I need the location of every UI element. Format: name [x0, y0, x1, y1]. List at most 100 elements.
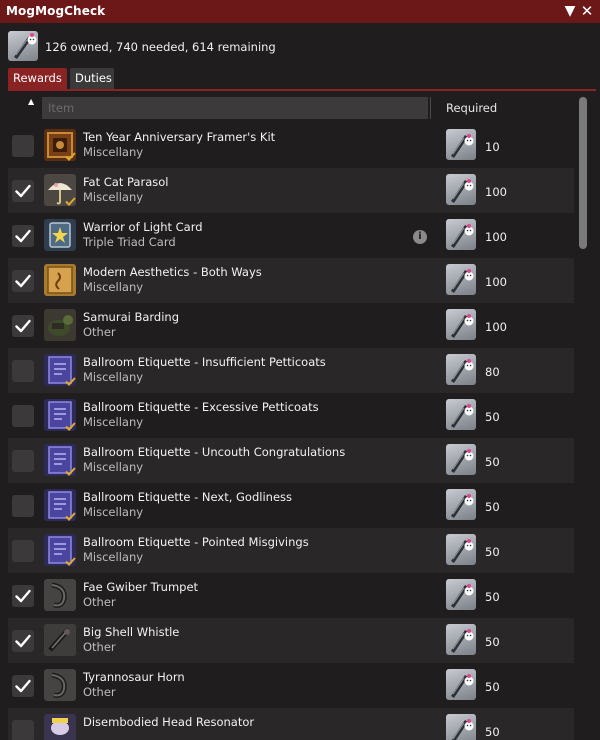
emote-book-icon[interactable]	[44, 489, 76, 521]
triad-card-icon[interactable]	[44, 219, 76, 251]
mogpendium-token-icon	[446, 534, 476, 565]
rewards-table: ▲ Item Required Ten Year Anniversary Fra…	[8, 95, 574, 740]
checkbox-checked[interactable]	[12, 180, 34, 202]
item-category: Miscellany	[83, 460, 144, 474]
owned-check-icon	[65, 512, 76, 521]
table-row[interactable]: Tyrannosaur Horn Other 50	[8, 663, 574, 708]
item-name: Fat Cat Parasol	[83, 175, 169, 189]
checkbox-checked[interactable]	[12, 585, 34, 607]
emote-book-icon[interactable]	[44, 354, 76, 386]
table-row[interactable]: Samurai Barding Other 100	[8, 303, 574, 348]
item-name: Warrior of Light Card	[83, 220, 203, 234]
required-amount: 10	[485, 140, 500, 154]
item-category: Miscellany	[83, 505, 144, 519]
emote-book-icon[interactable]	[44, 399, 76, 431]
required-amount: 50	[485, 590, 500, 604]
horn-icon[interactable]	[44, 669, 76, 701]
scrollbar-thumb[interactable]	[579, 97, 587, 249]
emote-book-icon[interactable]	[44, 534, 76, 566]
required-amount: 50	[485, 680, 500, 694]
owned-check-icon	[65, 152, 76, 161]
table-row[interactable]: Ballroom Etiquette - Excessive Petticoat…	[8, 393, 574, 438]
checkbox-unchecked[interactable]	[12, 135, 34, 157]
checkbox-checked[interactable]	[12, 270, 34, 292]
checkbox-unchecked[interactable]	[12, 450, 34, 472]
item-category: Other	[83, 685, 116, 699]
required-amount: 100	[485, 275, 507, 289]
required-amount: 50	[485, 545, 500, 559]
item-category: Miscellany	[83, 370, 144, 384]
item-category: Miscellany	[83, 280, 144, 294]
hairstyle-scroll-icon[interactable]	[44, 264, 76, 296]
mogpendium-token-icon	[446, 309, 476, 340]
info-icon[interactable]: i	[413, 230, 427, 244]
item-column-header: Item	[48, 101, 75, 115]
item-name: Disembodied Head Resonator	[83, 715, 255, 729]
mogpendium-token-icon	[446, 624, 476, 655]
checkbox-unchecked[interactable]	[12, 720, 34, 740]
horn-icon[interactable]	[44, 579, 76, 611]
tab-rewards[interactable]: Rewards	[8, 68, 67, 89]
checkbox-unchecked[interactable]	[12, 540, 34, 562]
table-row[interactable]: Ballroom Etiquette - Next, Godliness Misc…	[8, 483, 574, 528]
emote-book-icon[interactable]	[44, 444, 76, 476]
mogpendium-token-icon	[446, 354, 476, 385]
item-name: Ten Year Anniversary Framer's Kit	[83, 130, 276, 144]
required-amount: 100	[485, 230, 507, 244]
framers-kit-icon[interactable]	[44, 129, 76, 161]
item-name: Samurai Barding	[83, 310, 180, 324]
owned-check-icon	[65, 377, 76, 386]
table-row[interactable]: Warrior of Light Card Triple Triad Card i 1…	[8, 213, 574, 258]
mogpendium-token-icon	[446, 714, 476, 740]
table-row[interactable]: Big Shell Whistle Other 50	[8, 618, 574, 663]
sort-ascending-icon[interactable]: ▲	[28, 97, 34, 106]
item-name: Ballroom Etiquette - Excessive Petticoat…	[83, 400, 319, 414]
checkbox-checked[interactable]	[12, 315, 34, 337]
item-name: Big Shell Whistle	[83, 625, 180, 639]
table-row[interactable]: Disembodied Head Resonator 50	[8, 708, 574, 740]
item-name: Ballroom Etiquette - Next, Godliness	[83, 490, 293, 504]
item-category: Miscellany	[83, 190, 144, 204]
mogpendium-token-icon	[446, 264, 476, 295]
checkbox-checked[interactable]	[12, 225, 34, 247]
mogpendium-token-icon	[446, 399, 476, 430]
table-header: ▲ Item Required	[8, 95, 574, 121]
table-row[interactable]: Fae Gwiber Trumpet Other 50	[8, 573, 574, 618]
table-row[interactable]: Fat Cat Parasol Miscellany 100	[8, 168, 574, 213]
owned-check-icon	[65, 422, 76, 431]
resonator-icon[interactable]	[44, 714, 76, 740]
table-row[interactable]: Modern Aesthetics - Both Ways Miscellany 1…	[8, 258, 574, 303]
owned-check-icon	[65, 467, 76, 476]
collapse-icon[interactable]: ▼	[562, 2, 578, 20]
window-title: MogMogCheck	[6, 4, 106, 18]
barding-icon[interactable]	[44, 309, 76, 341]
mogpendium-token-icon	[446, 579, 476, 610]
column-divider[interactable]	[430, 97, 431, 119]
checkbox-unchecked[interactable]	[12, 405, 34, 427]
required-amount: 50	[485, 725, 500, 739]
required-amount: 100	[485, 185, 507, 199]
table-row[interactable]: Ten Year Anniversary Framer's Kit Miscell…	[8, 123, 574, 168]
title-bar[interactable]: MogMogCheck ▼ ✕	[0, 0, 600, 23]
table-row[interactable]: Ballroom Etiquette - Uncouth Congratulat…	[8, 438, 574, 483]
mogpendium-token-icon	[446, 174, 476, 205]
required-column-header[interactable]: Required	[446, 101, 497, 115]
table-row[interactable]: Ballroom Etiquette - Pointed Misgivings M…	[8, 528, 574, 573]
checkbox-unchecked[interactable]	[12, 495, 34, 517]
required-amount: 80	[485, 365, 500, 379]
required-amount: 50	[485, 500, 500, 514]
whistle-icon[interactable]	[44, 624, 76, 656]
tab-duties[interactable]: Duties	[70, 68, 114, 89]
parasol-icon[interactable]	[44, 174, 76, 206]
item-category: Other	[83, 640, 116, 654]
mogpendium-token-icon	[446, 444, 476, 475]
mogpendium-token-icon	[446, 129, 476, 160]
checkbox-unchecked[interactable]	[12, 360, 34, 382]
table-row[interactable]: Ballroom Etiquette - Insufficient Pettic…	[8, 348, 574, 393]
item-filter-header[interactable]: Item	[42, 97, 428, 119]
mogpendium-token-icon	[446, 669, 476, 700]
checkbox-checked[interactable]	[12, 675, 34, 697]
item-category: Miscellany	[83, 145, 144, 159]
checkbox-checked[interactable]	[12, 630, 34, 652]
close-icon[interactable]: ✕	[579, 2, 595, 20]
